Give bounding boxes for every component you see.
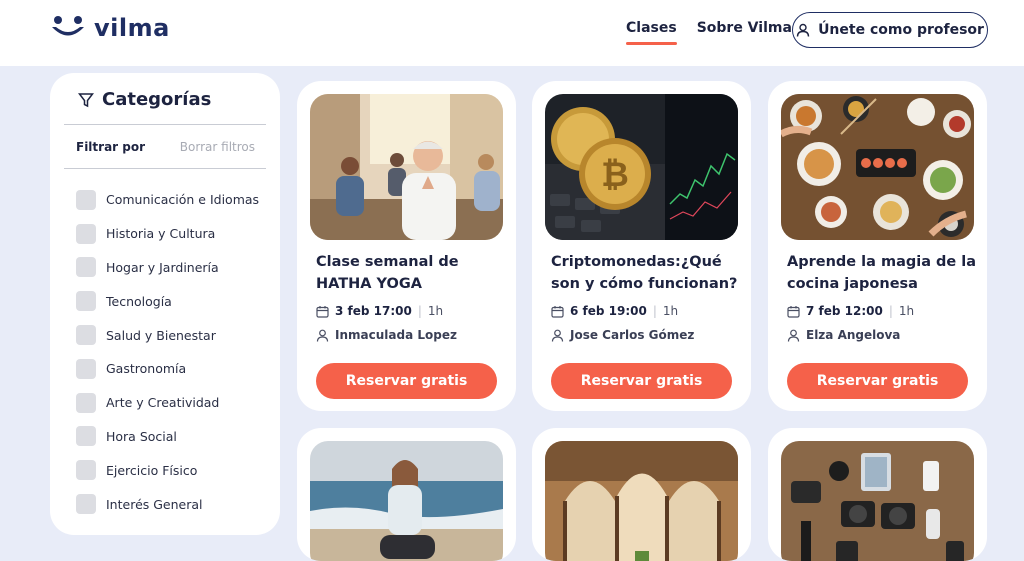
category-item[interactable]: Hogar y Jardinería bbox=[76, 251, 259, 285]
class-image[interactable] bbox=[310, 94, 503, 240]
class-teacher: Inmaculada Lopez bbox=[316, 328, 457, 342]
main-nav: Clases Sobre Vilma bbox=[626, 20, 792, 45]
calendar-icon bbox=[551, 305, 564, 318]
category-item[interactable]: Gastronomía bbox=[76, 352, 259, 386]
class-title: Aprende la magia de la cocina japonesa bbox=[787, 254, 977, 292]
teacher-name: Jose Carlos Gómez bbox=[570, 328, 695, 342]
class-duration: 1h bbox=[662, 304, 679, 318]
vilma-logo-icon bbox=[52, 16, 84, 36]
category-label: Historia y Cultura bbox=[106, 226, 216, 242]
class-card[interactable] bbox=[768, 428, 987, 561]
class-duration: 1h bbox=[898, 304, 915, 318]
nav-clases[interactable]: Clases bbox=[626, 20, 677, 45]
meta-separator: | bbox=[652, 304, 657, 318]
calendar-icon bbox=[316, 305, 329, 318]
logo-text: vilma bbox=[94, 14, 170, 42]
user-icon bbox=[551, 329, 564, 342]
class-date: 7 feb 12:00 bbox=[806, 304, 883, 318]
class-card[interactable] bbox=[532, 428, 751, 561]
class-title: Clase semanal de HATHA YOGA bbox=[316, 254, 459, 292]
class-image[interactable] bbox=[781, 441, 974, 561]
category-label: Arte y Creatividad bbox=[106, 395, 220, 411]
teacher-name: Elza Angelova bbox=[806, 328, 901, 342]
category-item[interactable]: Ejercicio Físico bbox=[76, 453, 259, 487]
top-header: vilma Clases Sobre Vilma Únete como prof… bbox=[0, 0, 1024, 66]
filter-icon bbox=[78, 92, 94, 107]
svg-text:₿: ₿ bbox=[601, 155, 629, 195]
reserve-button[interactable]: Reservar gratis bbox=[551, 363, 732, 399]
class-card[interactable]: ₿ Criptomonedas:¿Qué son y cómo funciona… bbox=[532, 81, 751, 411]
join-as-teacher-button[interactable]: Únete como profesor bbox=[792, 12, 988, 48]
teacher-name: Inmaculada Lopez bbox=[335, 328, 457, 342]
class-card[interactable]: Clase semanal de HATHA YOGA 3 feb 17:00 … bbox=[297, 81, 516, 411]
category-item[interactable]: Salud y Bienestar bbox=[76, 318, 259, 352]
category-checkbox[interactable] bbox=[76, 189, 96, 210]
category-checkbox[interactable] bbox=[76, 325, 96, 346]
sidebar-title-label: Categorías bbox=[102, 89, 212, 110]
class-date: 3 feb 17:00 bbox=[335, 304, 412, 318]
category-item[interactable]: Hora Social bbox=[76, 420, 259, 454]
meta-separator: | bbox=[888, 304, 893, 318]
sidebar-divider bbox=[64, 168, 266, 169]
sidebar-divider bbox=[64, 124, 266, 125]
category-item[interactable]: Arte y Creatividad bbox=[76, 386, 259, 420]
filter-by-label: Filtrar por bbox=[76, 140, 146, 154]
class-teacher: Elza Angelova bbox=[787, 328, 900, 342]
class-card[interactable] bbox=[297, 428, 516, 561]
nav-sobre-vilma[interactable]: Sobre Vilma bbox=[697, 20, 792, 42]
class-datetime: 6 feb 19:00 | 1h bbox=[551, 304, 678, 318]
category-checkbox[interactable] bbox=[76, 358, 96, 379]
category-item[interactable]: Comunicación e Idiomas bbox=[76, 183, 259, 217]
join-button-label: Únete como profesor bbox=[818, 22, 984, 38]
category-label: Tecnología bbox=[106, 293, 172, 309]
category-checkbox[interactable] bbox=[76, 494, 96, 515]
reserve-button[interactable]: Reservar gratis bbox=[787, 363, 968, 399]
user-icon bbox=[316, 329, 329, 342]
meta-separator: | bbox=[417, 304, 422, 318]
user-icon bbox=[787, 329, 800, 342]
class-image[interactable] bbox=[545, 441, 738, 561]
class-datetime: 7 feb 12:00 | 1h bbox=[787, 304, 914, 318]
class-image[interactable]: ₿ bbox=[545, 94, 738, 240]
class-image[interactable] bbox=[781, 94, 974, 240]
class-datetime: 3 feb 17:00 | 1h bbox=[316, 304, 443, 318]
class-card[interactable]: Aprende la magia de la cocina japonesa 7… bbox=[768, 81, 987, 411]
category-label: Interés General bbox=[106, 496, 203, 512]
calendar-icon bbox=[787, 305, 800, 318]
category-list: Comunicación e Idiomas Historia y Cultur… bbox=[76, 183, 259, 521]
category-checkbox[interactable] bbox=[76, 257, 96, 278]
class-date: 6 feb 19:00 bbox=[570, 304, 647, 318]
category-label: Ejercicio Físico bbox=[106, 462, 198, 478]
categories-sidebar: Categorías Filtrar por Borrar filtros Co… bbox=[50, 73, 280, 535]
vilma-logo[interactable]: vilma bbox=[50, 14, 170, 42]
category-label: Hora Social bbox=[106, 428, 177, 444]
category-checkbox[interactable] bbox=[76, 460, 96, 481]
category-checkbox[interactable] bbox=[76, 223, 96, 244]
category-item[interactable]: Interés General bbox=[76, 487, 259, 521]
clear-filters-link[interactable]: Borrar filtros bbox=[180, 140, 255, 154]
category-item[interactable]: Tecnología bbox=[76, 284, 259, 318]
category-checkbox[interactable] bbox=[76, 426, 96, 447]
category-label: Salud y Bienestar bbox=[106, 327, 216, 343]
category-label: Comunicación e Idiomas bbox=[106, 192, 260, 208]
class-teacher: Jose Carlos Gómez bbox=[551, 328, 694, 342]
reserve-button[interactable]: Reservar gratis bbox=[316, 363, 497, 399]
category-label: Gastronomía bbox=[106, 361, 187, 377]
sidebar-title: Categorías bbox=[78, 89, 211, 110]
category-checkbox[interactable] bbox=[76, 291, 96, 312]
class-image[interactable] bbox=[310, 441, 503, 561]
category-checkbox[interactable] bbox=[76, 392, 96, 413]
class-title: Criptomonedas:¿Qué son y cómo funcionan? bbox=[551, 254, 738, 292]
category-label: Hogar y Jardinería bbox=[106, 259, 219, 275]
user-icon bbox=[796, 23, 810, 37]
class-duration: 1h bbox=[427, 304, 444, 318]
category-item[interactable]: Historia y Cultura bbox=[76, 217, 259, 251]
